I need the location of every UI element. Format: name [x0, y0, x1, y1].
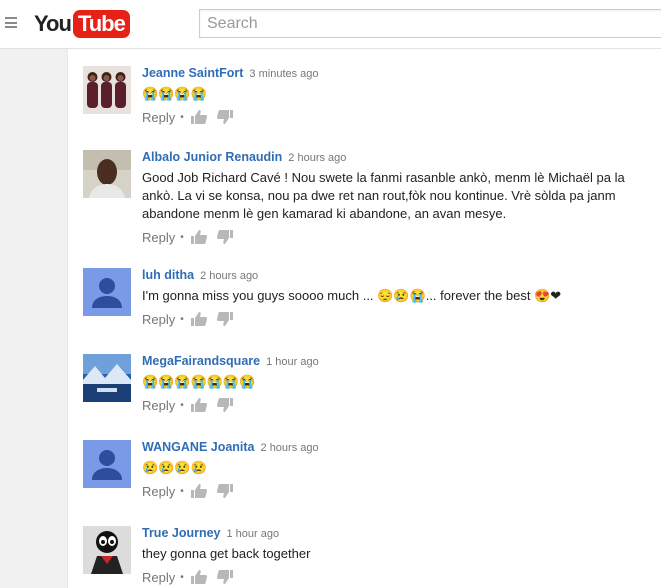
thumbs-down-icon[interactable]: [216, 483, 234, 499]
avatar[interactable]: [83, 440, 131, 488]
thumbs-down-icon[interactable]: [216, 311, 234, 327]
separator-dot: •: [180, 485, 184, 497]
thumbs-up-icon[interactable]: [190, 311, 208, 327]
reply-button[interactable]: Reply: [142, 570, 175, 585]
comment-author[interactable]: luh ditha: [142, 268, 194, 282]
comment-text: 😢😢😢😢: [142, 460, 207, 475]
reply-button[interactable]: Reply: [142, 110, 175, 125]
comment-author[interactable]: Albalo Junior Renaudin: [142, 150, 282, 164]
logo-you-text: You: [34, 11, 72, 36]
page-gutter: [0, 49, 67, 588]
avatar[interactable]: [83, 150, 131, 198]
comment-timestamp[interactable]: 2 hours ago: [261, 442, 319, 454]
thumbs-up-icon[interactable]: [190, 397, 208, 413]
reply-button[interactable]: Reply: [142, 484, 175, 499]
reply-button[interactable]: Reply: [142, 230, 175, 245]
thumbs-up-icon[interactable]: [190, 109, 208, 125]
thumbs-up-icon[interactable]: [190, 483, 208, 499]
comment-text: 😭😭😭😭: [142, 86, 207, 101]
comment-text: I'm gonna miss you guys soooo much ... 😔…: [142, 288, 562, 303]
logo-tube-text: Tube: [72, 10, 130, 38]
separator-dot: •: [180, 231, 184, 243]
separator-dot: •: [180, 111, 184, 123]
thumbs-down-icon[interactable]: [216, 397, 234, 413]
comment-author[interactable]: Jeanne SaintFort: [142, 66, 243, 80]
reply-button[interactable]: Reply: [142, 398, 175, 413]
avatar[interactable]: [83, 268, 131, 316]
comment-timestamp[interactable]: 2 hours ago: [288, 152, 346, 164]
thumbs-down-icon[interactable]: [216, 229, 234, 245]
thumbs-up-icon[interactable]: [190, 229, 208, 245]
avatar[interactable]: [83, 354, 131, 402]
menu-icon[interactable]: [5, 17, 17, 28]
search-input[interactable]: [199, 9, 661, 38]
thumbs-down-icon[interactable]: [216, 569, 234, 585]
avatar[interactable]: [83, 66, 131, 114]
reply-button[interactable]: Reply: [142, 312, 175, 327]
masthead: You Tube: [0, 0, 661, 49]
comment-timestamp[interactable]: 1 hour ago: [266, 356, 319, 368]
comments-section: Jeanne SaintFort 3 minutes ago 😭😭😭😭 Reply…: [67, 49, 661, 588]
comment-timestamp[interactable]: 3 minutes ago: [249, 68, 318, 80]
separator-dot: •: [180, 399, 184, 411]
comment-author[interactable]: MegaFairandsquare: [142, 354, 260, 368]
comment-text: 😭😭😭😭😭😭😭: [142, 374, 256, 389]
comment-text: they gonna get back together: [142, 546, 311, 561]
comment-author[interactable]: True Journey: [142, 526, 221, 540]
comment-timestamp[interactable]: 2 hours ago: [200, 270, 258, 282]
separator-dot: •: [180, 313, 184, 325]
separator-dot: •: [180, 571, 184, 583]
thumbs-up-icon[interactable]: [190, 569, 208, 585]
thumbs-down-icon[interactable]: [216, 109, 234, 125]
avatar[interactable]: [83, 526, 131, 574]
comment-text: Good Job Richard Cavé ! Nou swete la fan…: [142, 170, 625, 221]
comment-timestamp[interactable]: 1 hour ago: [227, 528, 280, 540]
youtube-logo[interactable]: You Tube: [34, 10, 130, 38]
comment-author[interactable]: WANGANE Joanita: [142, 440, 255, 454]
